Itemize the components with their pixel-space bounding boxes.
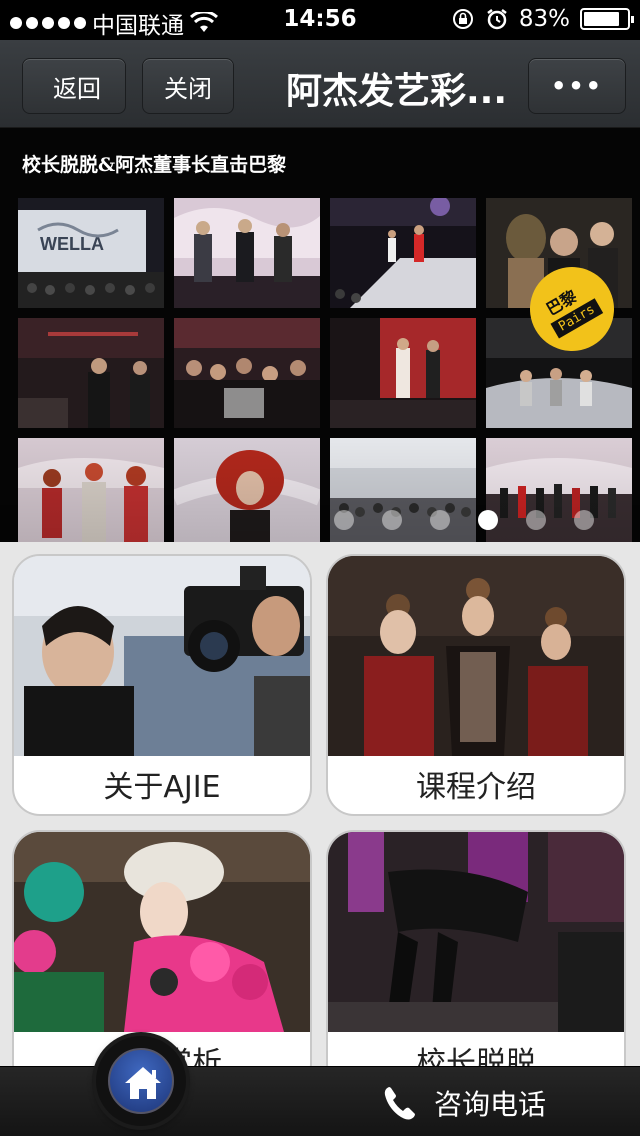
pager-dot[interactable]	[574, 510, 594, 530]
banner-slideshow[interactable]: 校长脱脱&阿杰董事长直击巴黎 WELLA 巴黎 Pairs	[0, 128, 640, 542]
slideshow-pager[interactable]	[0, 510, 640, 534]
card-principal-photo	[328, 832, 624, 1032]
home-icon	[125, 1067, 161, 1099]
pager-dot[interactable]	[478, 510, 498, 530]
call-button-label: 咨询电话	[434, 1088, 547, 1121]
status-right: 83%	[451, 6, 634, 32]
home-button[interactable]	[96, 1036, 186, 1126]
pager-dot[interactable]	[382, 510, 402, 530]
close-button[interactable]: 关闭	[142, 58, 234, 114]
card-works-photo	[14, 832, 310, 1032]
card-about-photo	[14, 556, 310, 756]
pager-dot[interactable]	[526, 510, 546, 530]
card-principal[interactable]: 校长脱脱	[326, 830, 626, 1092]
card-about-label: 关于AJIE	[103, 770, 221, 805]
card-courses-photo	[328, 556, 624, 756]
more-button[interactable]: •••	[528, 58, 626, 114]
close-button-label: 关闭	[164, 74, 212, 103]
home-button-face	[108, 1048, 174, 1114]
photo-thumb	[330, 198, 476, 308]
card-about[interactable]: 关于AJIE	[12, 554, 312, 816]
status-bar: 中国联通 14:56 83%	[0, 0, 640, 40]
nav-bar: 返回 关闭 阿杰发艺彩... •••	[0, 40, 640, 128]
back-button[interactable]: 返回	[22, 58, 126, 114]
page-title: 阿杰发艺彩...	[286, 71, 508, 112]
pager-dot[interactable]	[430, 510, 450, 530]
orientation-lock-icon	[452, 9, 473, 29]
photo-thumb	[330, 318, 476, 428]
back-button-label: 返回	[53, 74, 101, 103]
photo-thumb	[174, 318, 320, 428]
call-button[interactable]: 咨询电话	[380, 1078, 546, 1128]
photo-thumb: WELLA	[18, 198, 164, 308]
pager-dot[interactable]	[334, 510, 354, 530]
battery-icon	[580, 8, 634, 30]
card-courses-label: 课程介绍	[416, 770, 536, 805]
card-courses[interactable]: 课程介绍	[326, 554, 626, 816]
battery-fill	[584, 12, 619, 26]
photo-thumb	[18, 318, 164, 428]
alarm-icon	[487, 9, 507, 30]
app-screen: 中国联通 14:56 83% 返回 关闭 阿杰发艺彩... ••• 校长脱脱&阿…	[0, 0, 640, 1136]
phone-icon	[384, 1087, 415, 1120]
battery-percent: 83%	[518, 6, 570, 32]
banner-title: 校长脱脱&阿杰董事长直击巴黎	[22, 154, 287, 176]
more-icon: •••	[550, 72, 604, 100]
photo-thumb	[174, 198, 320, 308]
